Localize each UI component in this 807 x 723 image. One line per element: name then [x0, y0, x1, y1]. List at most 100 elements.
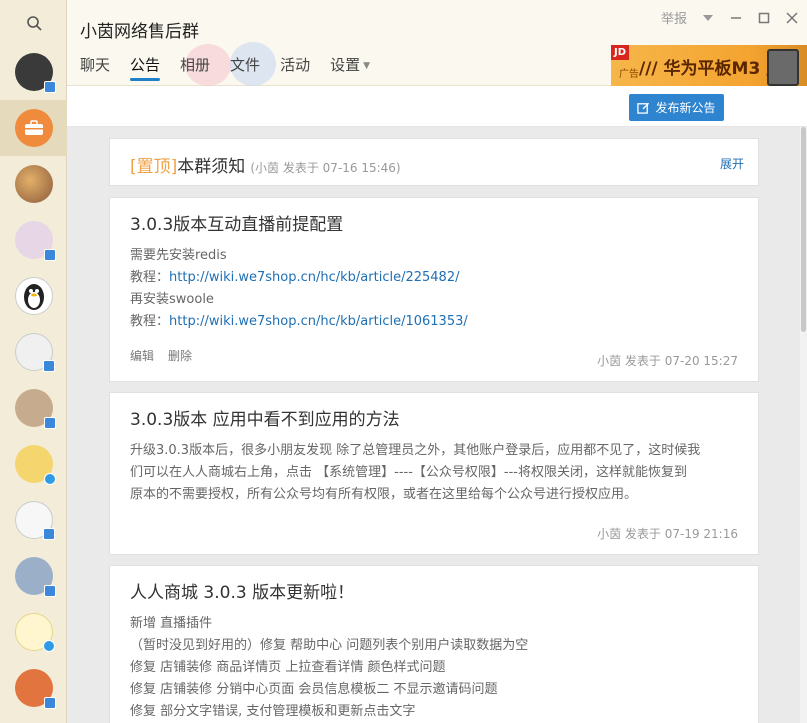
tutorial-link[interactable]: http://wiki.we7shop.cn/hc/kb/article/225… — [169, 270, 459, 285]
body-line: 新增 直播插件 — [130, 616, 213, 631]
tab-settings[interactable]: 设置 ▼ — [330, 54, 370, 81]
body-line: 原本的不需要授权，所有公众号均有所有权限，或者在这里给每个公众号进行授权应用。 — [130, 487, 638, 502]
star-badge-icon — [43, 473, 56, 485]
conversation-rail — [0, 0, 67, 723]
announcement-card[interactable]: 3.0.3版本 应用中看不到应用的方法 升级3.0.3版本后，很多小朋友发现 除… — [109, 392, 759, 555]
pinned-title: 本群须知 — [177, 157, 246, 177]
scrollbar[interactable] — [800, 127, 807, 723]
conversation-avatar[interactable] — [0, 604, 67, 660]
body-prefix: 教程： — [130, 314, 170, 329]
announcement-title: 3.0.3版本 应用中看不到应用的方法 — [130, 410, 400, 430]
device-badge-icon — [42, 528, 55, 540]
device-badge-icon — [43, 81, 56, 93]
conversation-avatar[interactable] — [0, 156, 67, 212]
window-controls: 举报 — [661, 8, 799, 27]
conversation-avatar-active[interactable] — [0, 100, 67, 156]
conversation-avatar[interactable] — [0, 44, 67, 100]
edit-icon — [637, 102, 650, 114]
conversation-avatar[interactable] — [0, 380, 67, 436]
group-tabs: 聊天 公告 相册 文件 活动 设置 ▼ — [80, 54, 370, 81]
announcement-title: 3.0.3版本互动直播前提配置 — [130, 215, 344, 235]
star-badge-icon — [42, 640, 55, 652]
body-line: 再安装swoole — [130, 292, 214, 307]
close-icon[interactable] — [785, 11, 799, 25]
avatar — [14, 221, 56, 261]
device-badge-icon — [43, 585, 56, 597]
pinned-meta: (小茵 发表于 07-16 15:46) — [250, 161, 401, 175]
caret-down-icon: ▼ — [363, 60, 371, 71]
body-line: 需要先安装redis — [130, 248, 227, 263]
announcement-body: 新增 直播插件 （暂时没见到好用的）修复 帮助中心 问题列表个别用户读取数据为空… — [130, 613, 528, 723]
report-link[interactable]: 举报 — [661, 8, 687, 27]
publish-announcement-button[interactable]: 发布新公告 — [629, 94, 724, 121]
tab-chat[interactable]: 聊天 — [80, 54, 110, 81]
announcement-card[interactable]: 人人商城 3.0.3 版本更新啦！ 新增 直播插件 （暂时没见到好用的）修复 帮… — [109, 565, 759, 723]
announcement-meta: 小茵 发表于 07-19 21:16 — [597, 527, 738, 541]
penguin-icon — [14, 277, 53, 315]
conversation-avatar[interactable] — [0, 212, 67, 268]
ad-label: 广告 — [619, 69, 639, 80]
body-prefix: 教程： — [130, 270, 170, 285]
avatar — [14, 501, 55, 540]
search-icon[interactable] — [0, 0, 67, 46]
avatar — [14, 557, 56, 597]
tab-settings-label: 设置 — [330, 56, 361, 74]
ad-text: /// 华为平板M3 /// — [639, 59, 785, 79]
edit-button[interactable]: 编辑 — [130, 347, 154, 364]
body-line: 修复 店铺装修 分销中心页面 会员信息模板二 不显示邀请码问题 — [130, 682, 498, 697]
device-badge-icon — [43, 417, 56, 429]
group-name: 小茵网络售后群 — [80, 22, 199, 42]
announcement-toolbar: 发布新公告 — [67, 86, 807, 127]
avatar — [14, 53, 56, 93]
announcement-body: 升级3.0.3版本后，很多小朋友发现 除了总管理员之外，其他账户登录后，应用都不… — [130, 440, 700, 506]
chevron-down-icon[interactable] — [701, 11, 715, 25]
tab-announcements[interactable]: 公告 — [130, 54, 161, 81]
conversation-avatar[interactable] — [0, 660, 67, 716]
announcement-actions: 编辑 删除 — [130, 347, 192, 364]
pinned-announcement[interactable]: [置顶]本群须知 (小茵 发表于 07-16 15:46) 展开 — [109, 138, 759, 186]
body-line: 教程：http://wiki.we7shop.cn/hc/kb/article/… — [130, 311, 468, 333]
avatar — [14, 613, 55, 652]
device-badge-icon — [43, 249, 56, 261]
tutorial-link[interactable]: http://wiki.we7shop.cn/hc/kb/article/106… — [169, 314, 468, 329]
avatar — [14, 389, 56, 429]
tab-album[interactable]: 相册 — [180, 54, 210, 81]
tablet-image — [767, 49, 799, 86]
delete-button[interactable]: 删除 — [168, 347, 192, 364]
announcement-meta: 小茵 发表于 07-20 15:27 — [597, 354, 738, 368]
ad-banner[interactable]: JD 广告 /// 华为平板M3 /// — [611, 45, 807, 86]
device-badge-icon — [42, 360, 55, 372]
avatar — [14, 165, 53, 203]
avatar — [14, 333, 55, 372]
minimize-icon[interactable] — [729, 11, 743, 25]
announcement-list[interactable]: [置顶]本群须知 (小茵 发表于 07-16 15:46) 展开 3.0.3版本… — [67, 127, 800, 723]
conversation-avatar[interactable] — [0, 548, 67, 604]
announcement-title: 人人商城 3.0.3 版本更新啦！ — [130, 583, 355, 603]
conversation-avatar[interactable] — [0, 492, 67, 548]
avatar — [14, 669, 56, 709]
ad-badge: JD — [611, 45, 629, 60]
tab-files[interactable]: 文件 — [230, 54, 260, 81]
body-line: 升级3.0.3版本后，很多小朋友发现 除了总管理员之外，其他账户登录后，应用都不… — [130, 443, 701, 458]
pinned-row: [置顶]本群须知 (小茵 发表于 07-16 15:46) — [130, 152, 401, 177]
conversation-avatar[interactable] — [0, 268, 67, 324]
briefcase-icon — [14, 109, 53, 147]
group-header: 小茵网络售后群 举报 聊天 公告 相册 文件 活动 设置 ▼ JD 广告 /// … — [67, 0, 807, 86]
avatar — [14, 445, 56, 485]
maximize-icon[interactable] — [757, 11, 771, 25]
device-badge-icon — [43, 697, 56, 709]
expand-link[interactable]: 展开 — [720, 155, 744, 172]
conversation-avatar[interactable] — [0, 324, 67, 380]
conversation-avatar[interactable] — [0, 436, 67, 492]
body-line: 修复 部分文字错误, 支付管理模板和更新点击文字 — [130, 704, 416, 719]
announcement-body: 需要先安装redis 教程：http://wiki.we7shop.cn/hc/… — [130, 245, 468, 333]
body-line: （暂时没见到好用的）修复 帮助中心 问题列表个别用户读取数据为空 — [130, 638, 529, 653]
publish-announcement-label: 发布新公告 — [655, 101, 716, 115]
body-line: 们可以在人人商城右上角，点击 【系统管理】----【公众号权限】---将权限关闭… — [130, 465, 687, 480]
announcement-card[interactable]: 3.0.3版本互动直播前提配置 需要先安装redis 教程：http://wik… — [109, 197, 759, 382]
tab-activities[interactable]: 活动 — [280, 54, 310, 81]
body-line: 教程：http://wiki.we7shop.cn/hc/kb/article/… — [130, 267, 468, 289]
pinned-tag: [置顶] — [130, 157, 178, 177]
scrollbar-thumb[interactable] — [801, 127, 806, 332]
body-line: 修复 店铺装修 商品详情页 上拉查看详情 颜色样式问题 — [130, 660, 446, 675]
